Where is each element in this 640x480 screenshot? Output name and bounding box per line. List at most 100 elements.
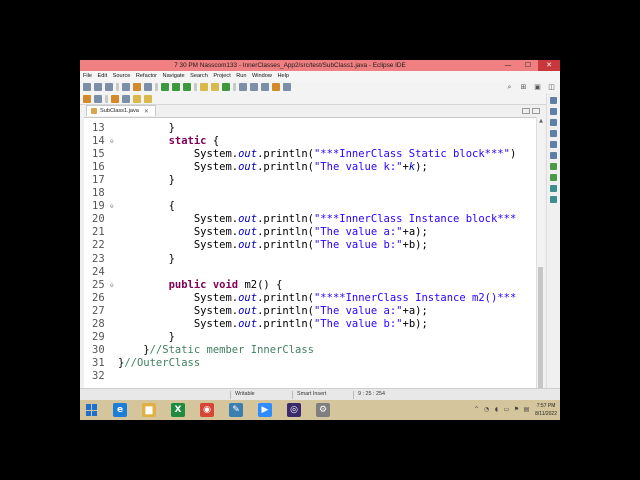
print-icon[interactable]	[122, 83, 130, 91]
fold-toggle-icon[interactable]: ⊖	[110, 279, 114, 292]
save-all-icon[interactable]	[105, 83, 113, 91]
skip-breakpoints-icon[interactable]	[144, 83, 152, 91]
taskbar-tool-icon[interactable]: ✎	[229, 403, 243, 417]
code-line[interactable]: 25 ⊖ public void m2() {	[84, 279, 537, 292]
editor-tab[interactable]: SubClass1.java ✕	[86, 105, 156, 116]
start-button[interactable]	[86, 404, 98, 416]
code-line[interactable]: 16 System.out.println("The value k:"+k);	[84, 161, 537, 174]
network-icon[interactable]: ◔	[483, 406, 490, 413]
search-tool-icon[interactable]	[250, 83, 258, 91]
code-token: .println(	[257, 239, 314, 252]
terminal-icon[interactable]	[133, 83, 141, 91]
debug-perspective-icon[interactable]: ◫	[547, 83, 556, 91]
new-java-project-icon[interactable]	[200, 83, 208, 91]
save-icon[interactable]	[94, 83, 102, 91]
code-line[interactable]: 29 }	[84, 331, 537, 344]
maximize-view-icon[interactable]	[532, 108, 540, 114]
battery-icon[interactable]: ▭	[503, 406, 510, 413]
code-line[interactable]: 30 }//Static member InnerClass	[84, 344, 537, 357]
code-editor[interactable]: 13 } 14 ⊖ static {15 System.out.println("*…	[84, 117, 537, 420]
taskbar-zoom-icon[interactable]: ▶	[258, 403, 272, 417]
fold-toggle-icon[interactable]: ⊖	[110, 200, 114, 213]
servers-icon[interactable]	[550, 185, 557, 192]
menu-refactor[interactable]: Refactor	[136, 71, 157, 81]
tray-chevron-icon[interactable]: ^	[473, 406, 480, 413]
new-class-icon[interactable]	[222, 83, 230, 91]
taskbar-file-explorer-icon[interactable]: ▆	[142, 403, 156, 417]
code-line[interactable]: 14 ⊖ static {	[84, 135, 537, 148]
code-line[interactable]: 21 System.out.println("The value a:"+a);	[84, 226, 537, 239]
forward-icon[interactable]	[94, 95, 102, 103]
code-line[interactable]: 27 System.out.println("The value a:"+a);	[84, 305, 537, 318]
vertical-scrollbar[interactable]: ▲ ▼	[536, 117, 544, 420]
menu-run[interactable]: Run	[236, 71, 246, 81]
maximize-button[interactable]: ☐	[518, 60, 538, 71]
code-line[interactable]: 15 System.out.println("***InnerClass Sta…	[84, 148, 537, 161]
code-line[interactable]: 19 ⊖ {	[84, 200, 537, 213]
new-icon[interactable]	[83, 83, 91, 91]
menu-navigate[interactable]: Navigate	[163, 71, 185, 81]
code-line[interactable]: 18	[84, 187, 537, 200]
last-edit-icon[interactable]	[111, 95, 119, 103]
new-package-icon[interactable]	[211, 83, 219, 91]
code-token: out	[238, 226, 258, 239]
javadoc-icon[interactable]	[550, 141, 557, 148]
next-annotation-icon[interactable]	[283, 83, 291, 91]
scroll-up-icon[interactable]: ▲	[537, 118, 545, 124]
close-tab-icon[interactable]: ✕	[144, 108, 149, 115]
code-text: System.out.println("The value a:"+a);	[118, 226, 428, 239]
annotation-icon[interactable]	[272, 83, 280, 91]
debug-icon[interactable]	[161, 83, 169, 91]
code-line[interactable]: 31}//OuterClass	[84, 357, 537, 370]
progress-icon[interactable]	[550, 174, 557, 181]
minimize-button[interactable]: —	[498, 60, 518, 71]
declaration-icon[interactable]	[550, 152, 557, 159]
taskbar-excel-icon[interactable]: X	[171, 403, 185, 417]
code-line[interactable]: 26 System.out.println("****InnerClass In…	[84, 292, 537, 305]
menu-file[interactable]: File	[83, 71, 92, 81]
close-button[interactable]: ✕	[538, 60, 560, 71]
minimize-view-icon[interactable]	[522, 108, 530, 114]
code-line[interactable]: 20 System.out.println("***InnerClass Ins…	[84, 213, 537, 226]
code-line[interactable]: 28 System.out.println("The value b:"+b);	[84, 318, 537, 331]
run-icon[interactable]	[172, 83, 180, 91]
console-icon[interactable]	[550, 163, 557, 170]
taskbar-utility-icon[interactable]: ⚙	[316, 403, 330, 417]
search-icon[interactable]: ⌕	[505, 83, 514, 91]
taskbar-eclipse-icon[interactable]: ◎	[287, 403, 301, 417]
toggle-mark-icon[interactable]	[261, 83, 269, 91]
code-line[interactable]: 17 }	[84, 174, 537, 187]
clock[interactable]: 7:57 PM 8/11/2022	[535, 402, 557, 418]
task-list-icon[interactable]	[550, 119, 557, 126]
menu-source[interactable]: Source	[113, 71, 131, 81]
data-source-icon[interactable]	[550, 196, 557, 203]
pin-icon[interactable]	[122, 95, 130, 103]
menu-project[interactable]: Project	[213, 71, 230, 81]
package-explorer-icon[interactable]	[550, 97, 557, 104]
menu-edit[interactable]: Edit	[98, 71, 108, 81]
menu-window[interactable]: Window	[252, 71, 272, 81]
back-icon[interactable]	[83, 95, 91, 103]
code-line[interactable]: 24	[84, 266, 537, 279]
menu-search[interactable]: Search	[190, 71, 208, 81]
line-number: 19	[92, 200, 105, 213]
notification-icon[interactable]: ▤	[523, 406, 530, 413]
next-edit-icon[interactable]	[144, 95, 152, 103]
open-type-icon[interactable]	[239, 83, 247, 91]
menu-help[interactable]: Help	[277, 71, 289, 81]
code-line[interactable]: 23 }	[84, 253, 537, 266]
open-perspective-icon[interactable]: ⊞	[519, 83, 528, 91]
flag-icon[interactable]: ⚑	[513, 406, 520, 413]
problems-icon[interactable]	[550, 130, 557, 137]
fold-toggle-icon[interactable]: ⊖	[110, 135, 114, 148]
previous-edit-icon[interactable]	[133, 95, 141, 103]
java-perspective-icon[interactable]: ▣	[533, 83, 542, 91]
coverage-icon[interactable]	[183, 83, 191, 91]
code-line[interactable]: 13 }	[84, 122, 537, 135]
code-line[interactable]: 22 System.out.println("The value b:"+b);	[84, 239, 537, 252]
outline-icon[interactable]	[550, 108, 557, 115]
code-line[interactable]: 32	[84, 370, 537, 383]
volume-icon[interactable]: ◖	[493, 406, 500, 413]
taskbar-internet-explorer-icon[interactable]: e	[113, 403, 127, 417]
taskbar-chrome-icon[interactable]: ◉	[200, 403, 214, 417]
